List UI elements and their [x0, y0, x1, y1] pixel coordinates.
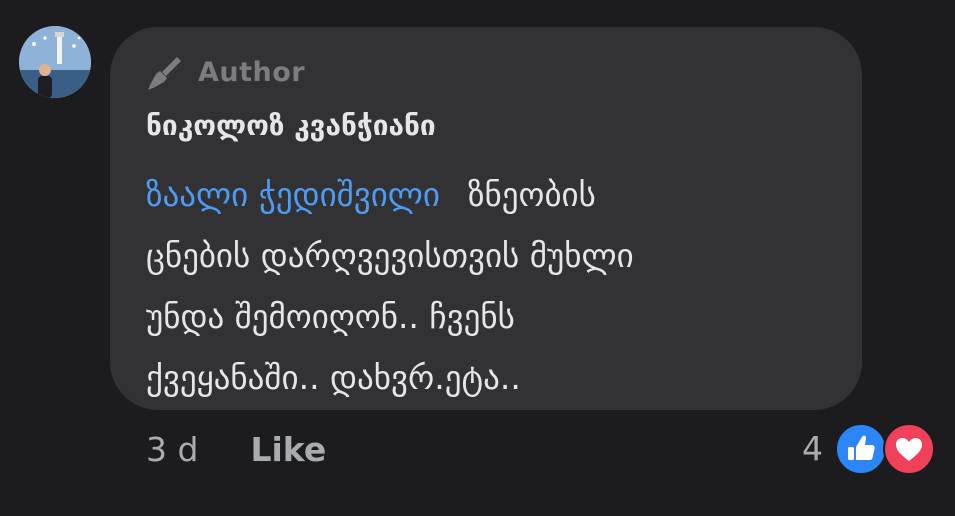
heart-icon	[883, 423, 935, 475]
thumbs-up-icon	[835, 423, 887, 475]
comment-line: ცნების დარღვევისთვის მუხლი	[146, 236, 634, 275]
comment-line-text: ზნეობის	[468, 175, 596, 214]
comment-line: ზაალი ჭედიშვილი ზნეობის	[146, 164, 846, 225]
avatar[interactable]	[19, 26, 91, 98]
reaction-summary[interactable]: 4	[802, 423, 935, 475]
author-badge-label: Author	[198, 56, 306, 88]
like-button[interactable]: Like	[250, 430, 326, 469]
reaction-count: 4	[802, 428, 823, 468]
timestamp[interactable]: 3 d	[146, 430, 198, 469]
comment-line: ქვეყანაში.. დახვრ.ეტა..	[146, 358, 521, 397]
mention-link[interactable]: ზაალი ჭედიშვილი	[146, 175, 440, 214]
reaction-icons	[835, 423, 935, 475]
comment-actions: 3 d Like	[146, 424, 326, 474]
author-badge: Author	[146, 52, 305, 92]
comment-thread: Author ნიკოლოზ კვანჭიანი ზაალი ჭედიშვილი…	[0, 0, 955, 516]
author-name[interactable]: ნიკოლოზ კვანჭიანი	[146, 106, 436, 146]
comment-text: ზაალი ჭედიშვილი ზნეობის ცნების დარღვევისთ…	[146, 164, 846, 408]
comment-line: უნდა შემოიღონ.. ჩვენს	[146, 297, 515, 336]
pen-icon	[148, 57, 181, 90]
